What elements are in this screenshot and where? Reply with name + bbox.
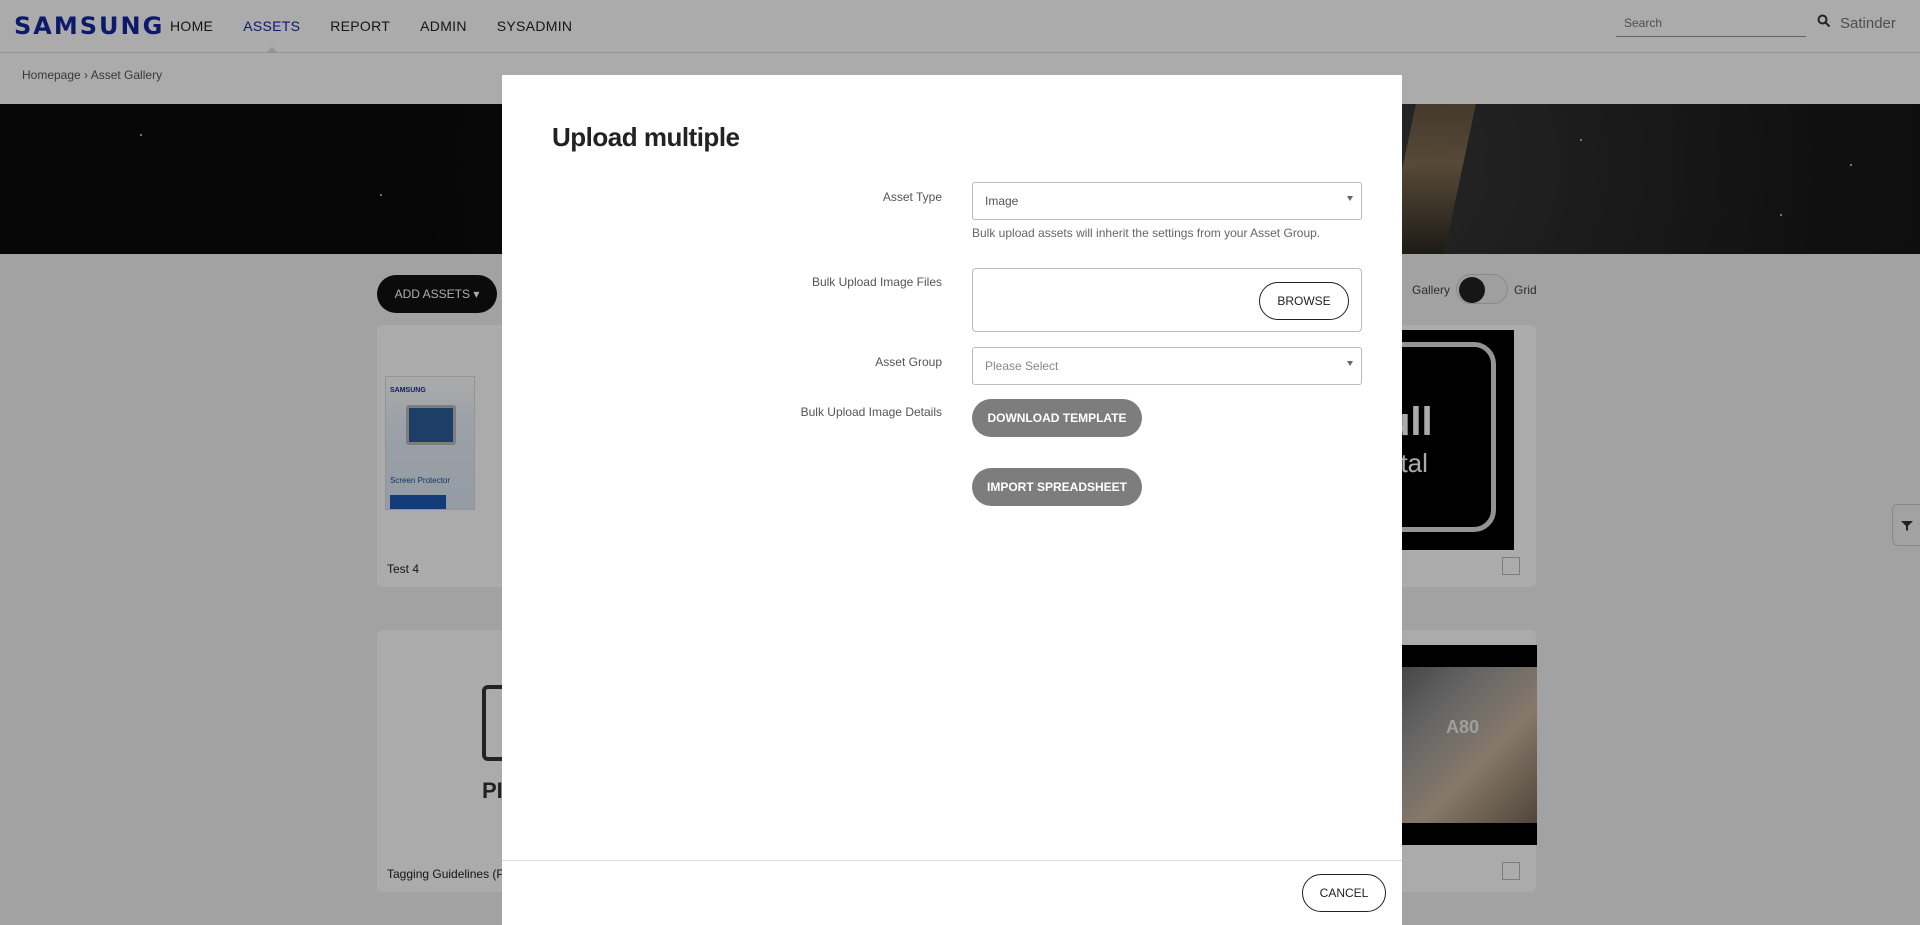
bulk-files-label: Bulk Upload Image Files — [811, 275, 942, 289]
details-label: Bulk Upload Image Details — [800, 405, 942, 419]
asset-group-placeholder: Please Select — [985, 359, 1059, 373]
asset-type-select[interactable]: Image — [972, 182, 1362, 220]
import-spreadsheet-button[interactable]: IMPORT SPREADSHEET — [972, 468, 1142, 506]
asset-group-select[interactable]: Please Select — [972, 347, 1362, 385]
asset-type-hint: Bulk upload assets will inherit the sett… — [972, 226, 1321, 240]
upload-multiple-modal: Upload multiple Asset Type Image Bulk up… — [502, 75, 1402, 925]
cancel-button[interactable]: CANCEL — [1302, 874, 1386, 912]
modal-divider — [502, 860, 1402, 861]
chevron-down-icon — [1347, 196, 1353, 201]
asset-group-label: Asset Group — [875, 355, 942, 369]
download-template-button[interactable]: DOWNLOAD TEMPLATE — [972, 399, 1142, 437]
asset-type-label: Asset Type — [882, 190, 942, 204]
modal-title: Upload multiple — [552, 122, 740, 152]
chevron-down-icon — [1347, 361, 1353, 366]
browse-button[interactable]: BROWSE — [1259, 282, 1349, 320]
file-dropzone[interactable]: BROWSE — [972, 268, 1362, 332]
asset-type-value: Image — [985, 194, 1019, 208]
